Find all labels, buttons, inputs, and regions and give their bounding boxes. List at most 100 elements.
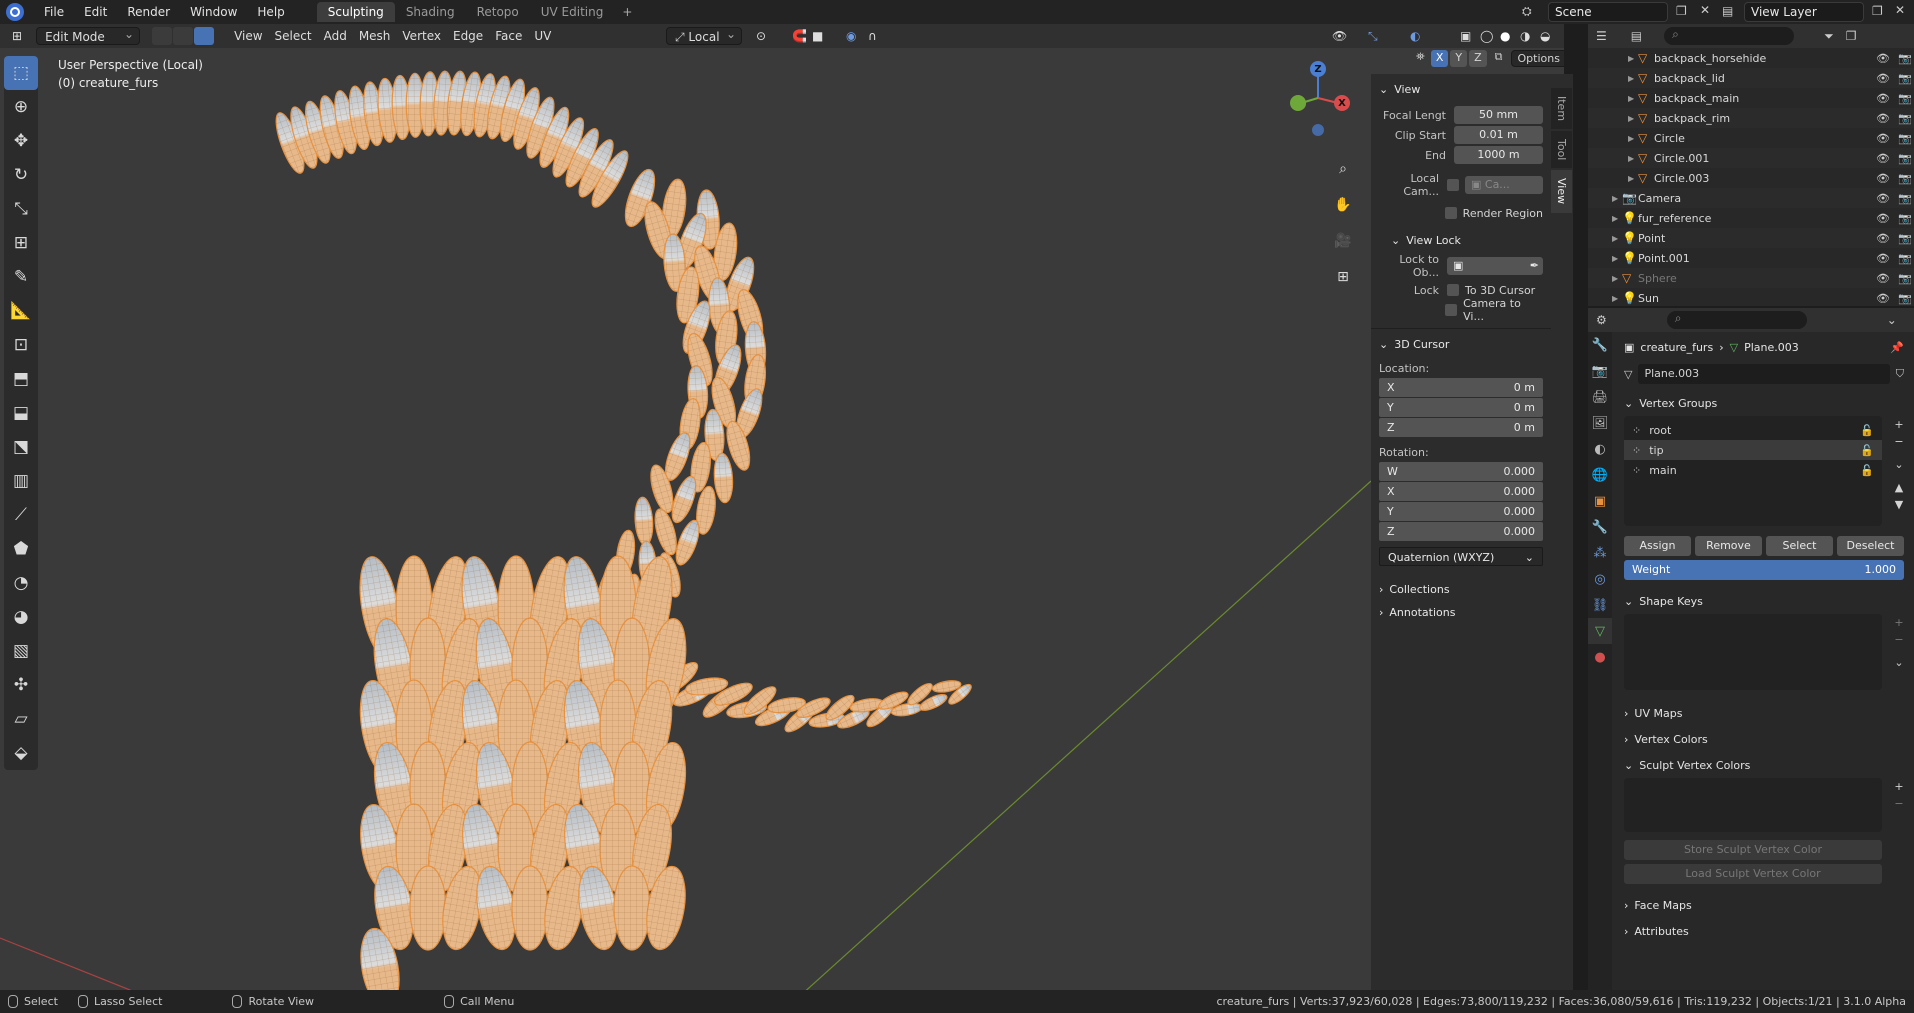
render-region-checkbox[interactable] <box>1444 207 1457 219</box>
eye-icon[interactable]: 👁 <box>1876 292 1890 305</box>
delete-view-layer-icon[interactable]: ✕ <box>1895 3 1905 17</box>
knife-tool-icon[interactable]: ⟋ <box>4 498 38 532</box>
add-workspace-button[interactable]: + <box>614 5 640 19</box>
mirror-x-button[interactable]: X <box>1430 50 1449 67</box>
camera-render-icon[interactable]: 📷 <box>1898 152 1912 165</box>
lock-to-cursor-checkbox[interactable] <box>1447 284 1459 296</box>
view-layer-icon[interactable]: ▤ <box>1722 4 1733 18</box>
cursor-location-z-field[interactable]: Z 0 m <box>1379 418 1543 437</box>
outliner-row[interactable]: ▶ 💡 Point 👁 📷 <box>1588 228 1914 248</box>
view-layer-selector[interactable]: View Layer <box>1744 2 1864 22</box>
scene-tab-icon[interactable]: ◐ <box>1588 436 1612 462</box>
outliner-row[interactable]: ▶ ▽ Circle 👁 📷 <box>1588 128 1914 148</box>
store-sculpt-color-button[interactable]: Store Sculpt Vertex Color <box>1624 840 1882 860</box>
chevron-down-icon[interactable]: ⌄ <box>1894 458 1903 471</box>
move-down-icon[interactable]: ▼ <box>1895 498 1903 511</box>
shape-keys-header[interactable]: ⌄ Shape Keys <box>1618 590 1910 612</box>
remove-vertex-group-icon[interactable]: − <box>1894 435 1903 448</box>
constraints-tab-icon[interactable]: ⛓ <box>1588 592 1612 618</box>
header-menu-add[interactable]: Add <box>318 27 353 45</box>
vertex-groups-header[interactable]: ⌄ Vertex Groups <box>1618 392 1910 414</box>
scene-selector[interactable]: Scene <box>1548 2 1668 22</box>
edge-select-mode-icon[interactable] <box>173 27 194 45</box>
auto-merge-icon[interactable]: ⧉ <box>1495 50 1503 67</box>
properties-search-input[interactable]: ⌕ <box>1666 311 1807 329</box>
new-scene-icon[interactable]: ❐ <box>1676 4 1687 18</box>
header-menu-face[interactable]: Face <box>489 27 528 45</box>
outliner-row[interactable]: ▶ ▽ backpack_rim 👁 📷 <box>1588 108 1914 128</box>
remove-shape-key-icon[interactable]: − <box>1894 633 1903 646</box>
expand-arrow-icon[interactable]: ▶ <box>1612 274 1622 283</box>
header-menu-uv[interactable]: UV <box>528 27 557 45</box>
y-axis-gizmo-icon[interactable] <box>1290 95 1306 111</box>
shrink-fatten-tool-icon[interactable]: ✣ <box>4 668 38 702</box>
add-cube-tool-icon[interactable]: ⊡ <box>4 328 38 362</box>
menu-render[interactable]: Render <box>117 0 180 24</box>
cursor-rotation-y-field[interactable]: Y 0.000 <box>1379 502 1543 521</box>
rip-region-tool-icon[interactable]: ⬙ <box>4 736 38 770</box>
fur-strands-mesh[interactable] <box>271 70 974 990</box>
camera-render-icon[interactable]: 📷 <box>1898 232 1912 245</box>
add-sculpt-color-icon[interactable]: + <box>1894 780 1903 793</box>
camera-render-icon[interactable]: 📷 <box>1898 172 1912 185</box>
rotate-tool-icon[interactable]: ↻ <box>4 158 38 192</box>
assign-button[interactable]: Assign <box>1624 536 1691 556</box>
view-panel-header[interactable]: ⌄ View <box>1371 78 1551 101</box>
mirror-options-icon[interactable]: ⛯ <box>1416 50 1425 67</box>
cursor-location-x-field[interactable]: X 0 m <box>1379 378 1543 397</box>
add-shape-key-icon[interactable]: + <box>1894 616 1903 629</box>
camera-render-icon[interactable]: 📷 <box>1898 292 1912 305</box>
editor-type-icon[interactable]: ⊞ <box>6 27 28 45</box>
pin-icon[interactable]: 📌 <box>1890 341 1904 354</box>
load-sculpt-color-button[interactable]: Load Sculpt Vertex Color <box>1624 864 1882 884</box>
3d-cursor-header[interactable]: ⌄ 3D Cursor <box>1371 333 1551 356</box>
camera-view-icon[interactable]: 🎥 <box>1330 228 1356 254</box>
expand-arrow-icon[interactable]: ▶ <box>1612 194 1622 203</box>
expand-arrow-icon[interactable]: ▶ <box>1628 94 1638 103</box>
3d-viewport[interactable]: User Perspective (Local) (0) creature_fu… <box>0 48 1564 990</box>
workspace-tab-shading[interactable]: Shading <box>395 2 466 22</box>
menu-help[interactable]: Help <box>247 0 294 24</box>
outliner-row[interactable]: ▶ 💡 Sun 👁 📷 <box>1588 288 1914 308</box>
transform-tool-icon[interactable]: ⊞ <box>4 226 38 260</box>
focal-length-field[interactable]: 50 mm <box>1454 106 1543 124</box>
extrude-tool-icon[interactable]: ⬒ <box>4 362 38 396</box>
collections-header[interactable]: › Collections <box>1371 578 1551 601</box>
remove-button[interactable]: Remove <box>1695 536 1762 556</box>
z-axis-gizmo-icon[interactable]: Z <box>1310 61 1326 77</box>
camera-render-icon[interactable]: 📷 <box>1898 212 1912 225</box>
render-tab-icon[interactable]: 📷 <box>1588 358 1612 384</box>
cursor-location-y-field[interactable]: Y 0 m <box>1379 398 1543 417</box>
uv-maps-header[interactable]: › UV Maps <box>1618 702 1910 724</box>
local-camera-checkbox[interactable] <box>1447 179 1459 191</box>
pan-hand-icon[interactable]: ✋ <box>1330 192 1356 218</box>
workspace-tab-sculpting[interactable]: Sculpting <box>316 2 395 22</box>
object-tab-icon[interactable]: ▣ <box>1588 488 1612 514</box>
scale-tool-icon[interactable]: ⤡ <box>4 192 38 226</box>
move-up-icon[interactable]: ▲ <box>1895 481 1903 494</box>
camera-to-view-checkbox[interactable] <box>1445 304 1458 316</box>
outliner-row[interactable]: ▶ ▽ Sphere 👁 📷 <box>1588 268 1914 288</box>
expand-arrow-icon[interactable]: ▶ <box>1612 214 1622 223</box>
vertex-groups-list[interactable]: ⁘ root 🔓 ⁘ tip 🔓 ⁘ main 🔓 <box>1624 416 1882 526</box>
cursor-rotation-z-field[interactable]: Z 0.000 <box>1379 522 1543 541</box>
camera-render-icon[interactable]: 📷 <box>1898 112 1912 125</box>
expand-arrow-icon[interactable]: ▶ <box>1628 154 1638 163</box>
eye-icon[interactable]: 👁 <box>1876 152 1890 165</box>
shape-keys-list[interactable] <box>1624 614 1882 690</box>
header-menu-edge[interactable]: Edge <box>447 27 489 45</box>
move-tool-icon[interactable]: ✥ <box>4 124 38 158</box>
snap-target-icon[interactable]: ■ <box>806 27 829 45</box>
deselect-button[interactable]: Deselect <box>1837 536 1904 556</box>
eye-icon[interactable]: 👁 <box>1876 272 1890 285</box>
eyedropper-icon[interactable]: ✒ <box>1530 257 1539 275</box>
weight-slider[interactable]: Weight 1.000 <box>1624 560 1904 580</box>
poly-build-tool-icon[interactable]: ⬟ <box>4 532 38 566</box>
new-collection-icon[interactable]: ❐ <box>1846 29 1857 43</box>
eye-icon[interactable]: 👁 <box>1876 112 1890 125</box>
remove-sculpt-color-icon[interactable]: − <box>1894 797 1903 810</box>
overlay-toggle-icon[interactable]: ◐ <box>1404 27 1426 45</box>
scene-icon[interactable]: ⛭ <box>1522 4 1532 19</box>
visibility-icon[interactable]: 👁 <box>1326 27 1353 45</box>
vertex-group-item[interactable]: ⁘ main 🔓 <box>1624 460 1882 480</box>
